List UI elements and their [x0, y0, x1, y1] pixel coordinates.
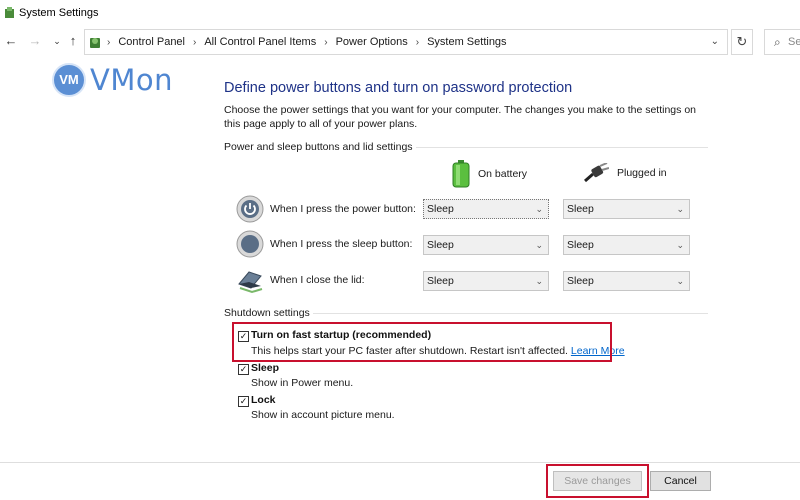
- cancel-button[interactable]: Cancel: [650, 471, 711, 491]
- power-plug-icon: [584, 163, 609, 183]
- sleep-checkbox[interactable]: ✓: [238, 364, 249, 375]
- lid-close-plugged-select[interactable]: Sleep ⌄: [563, 271, 690, 291]
- power-group-label: Power and sleep buttons and lid settings: [224, 141, 416, 153]
- breadcrumb-power-options[interactable]: Power Options: [336, 36, 408, 48]
- breadcrumb-separator-icon[interactable]: ›: [324, 37, 327, 48]
- breadcrumb: › Control Panel › All Control Panel Item…: [107, 36, 507, 48]
- chevron-down-icon: ⌄: [535, 240, 543, 250]
- address-dropdown-icon[interactable]: ⌄: [711, 36, 719, 47]
- sleep-button-plugged-select[interactable]: Sleep ⌄: [563, 235, 690, 255]
- lock-option-title[interactable]: Lock: [251, 394, 276, 406]
- select-value: Sleep: [567, 239, 594, 251]
- select-value: Sleep: [567, 275, 594, 287]
- breadcrumb-separator-icon: ›: [107, 36, 111, 48]
- lid-close-label: When I close the lid:: [270, 274, 365, 286]
- sleep-button-battery-select[interactable]: Sleep ⌄: [423, 235, 549, 255]
- select-value: Sleep: [427, 203, 454, 215]
- chevron-down-icon: ⌄: [535, 276, 543, 286]
- chevron-down-icon: ⌄: [676, 204, 684, 214]
- search-input[interactable]: ⌕ Se: [764, 29, 800, 55]
- breadcrumb-all-control-panel-items[interactable]: All Control Panel Items: [204, 36, 316, 48]
- control-panel-icon: [90, 38, 100, 48]
- lock-option-description: Show in account picture menu.: [251, 409, 395, 421]
- intro-text: Choose the power settings that you want …: [224, 104, 696, 130]
- shutdown-group-label: Shutdown settings: [224, 307, 313, 319]
- plugged-column-header: Plugged in: [583, 163, 667, 183]
- save-button-highlight-box: [546, 464, 649, 498]
- logo-badge: VM: [52, 63, 86, 97]
- navigation-bar: ← → ⌄ ↑ › Control Panel › All Control Pa…: [0, 28, 800, 56]
- up-icon[interactable]: ↑: [65, 33, 81, 49]
- power-button-label: When I press the power button:: [270, 203, 416, 215]
- chevron-down-icon: ⌄: [535, 204, 543, 214]
- refresh-icon[interactable]: ↻: [731, 29, 753, 55]
- sleep-option-title[interactable]: Sleep: [251, 362, 279, 374]
- lock-checkbox[interactable]: ✓: [238, 396, 249, 407]
- back-icon[interactable]: ←: [3, 33, 19, 49]
- control-panel-icon: [5, 7, 14, 18]
- window-title: System Settings: [19, 7, 99, 19]
- sleep-option-description: Show in Power menu.: [251, 377, 354, 389]
- footer-divider: [0, 462, 800, 463]
- breadcrumb-separator-icon[interactable]: ›: [416, 37, 419, 48]
- select-value: Sleep: [427, 275, 454, 287]
- sleep-button-label: When I press the sleep button:: [270, 238, 413, 250]
- forward-icon[interactable]: →: [27, 33, 43, 49]
- search-placeholder: Se: [788, 36, 800, 48]
- battery-column-header: On battery: [452, 160, 527, 188]
- page-title: Define power buttons and turn on passwor…: [224, 80, 573, 96]
- breadcrumb-separator-icon[interactable]: ›: [193, 37, 196, 48]
- plugged-column-label: Plugged in: [617, 167, 667, 179]
- select-value: Sleep: [427, 239, 454, 251]
- power-button-icon: [236, 195, 264, 223]
- title-bar: System Settings: [0, 0, 800, 26]
- power-button-plugged-select[interactable]: Sleep ⌄: [563, 199, 690, 219]
- watermark-logo: VM VMon: [52, 63, 173, 97]
- select-value: Sleep: [567, 203, 594, 215]
- sleep-button-icon: [236, 230, 264, 258]
- lid-close-battery-select[interactable]: Sleep ⌄: [423, 271, 549, 291]
- search-icon: ⌕: [774, 35, 781, 49]
- recent-locations-icon[interactable]: ⌄: [49, 33, 65, 49]
- address-bar[interactable]: › Control Panel › All Control Panel Item…: [84, 29, 728, 55]
- breadcrumb-system-settings[interactable]: System Settings: [427, 36, 506, 48]
- power-button-battery-select[interactable]: Sleep ⌄: [423, 199, 549, 219]
- battery-column-label: On battery: [478, 168, 528, 180]
- laptop-lid-icon: [238, 271, 263, 294]
- fast-startup-highlight-box: [232, 322, 612, 362]
- logo-text: VMon: [90, 63, 173, 97]
- breadcrumb-control-panel[interactable]: Control Panel: [118, 36, 185, 48]
- chevron-down-icon: ⌄: [676, 276, 684, 286]
- chevron-down-icon: ⌄: [676, 240, 684, 250]
- battery-icon: [452, 160, 470, 188]
